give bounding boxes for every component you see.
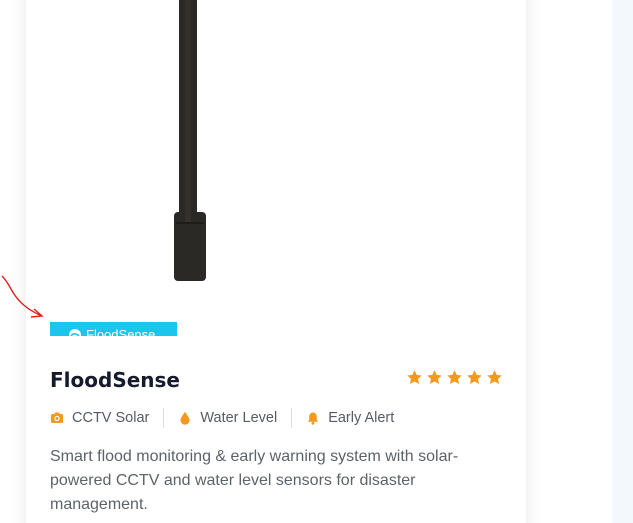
star-icon: [467, 370, 482, 384]
feature-label-early-alert: Early Alert: [328, 410, 395, 426]
water-drop-icon: [180, 411, 190, 425]
feature-list: CCTV Solar Water Level Early Alert: [50, 407, 394, 429]
bell-icon: [307, 412, 319, 425]
page: FloodSense FloodSense CCTV Solar Water L…: [0, 0, 633, 523]
feature-label-water-level: Water Level: [200, 410, 278, 426]
floodsense-logo-icon: [69, 329, 81, 336]
brand-badge-label: FloodSense: [86, 327, 156, 337]
feature-water-level: Water Level: [178, 410, 277, 426]
feature-divider: [163, 408, 165, 428]
rating-stars: [406, 369, 503, 386]
brand-badge: FloodSense: [50, 322, 177, 336]
star-icon: [487, 370, 502, 384]
product-description: Smart flood monitoring & early warning s…: [50, 448, 459, 513]
feature-label-cctv-solar: CCTV Solar: [72, 410, 150, 426]
right-side-panel: [612, 0, 633, 523]
red-arrow-annotation: [1, 275, 44, 318]
pole-image: [174, 0, 206, 281]
star-icon: [447, 370, 462, 384]
product-card[interactable]: FloodSense FloodSense CCTV Solar Water L…: [26, 0, 526, 523]
feature-early-alert: Early Alert: [306, 410, 394, 426]
product-title[interactable]: FloodSense: [50, 366, 180, 394]
feature-divider: [291, 408, 293, 428]
feature-cctv-solar: CCTV Solar: [50, 410, 149, 426]
camera-icon: [51, 412, 63, 423]
star-icon: [407, 370, 422, 384]
star-icon: [427, 370, 442, 384]
